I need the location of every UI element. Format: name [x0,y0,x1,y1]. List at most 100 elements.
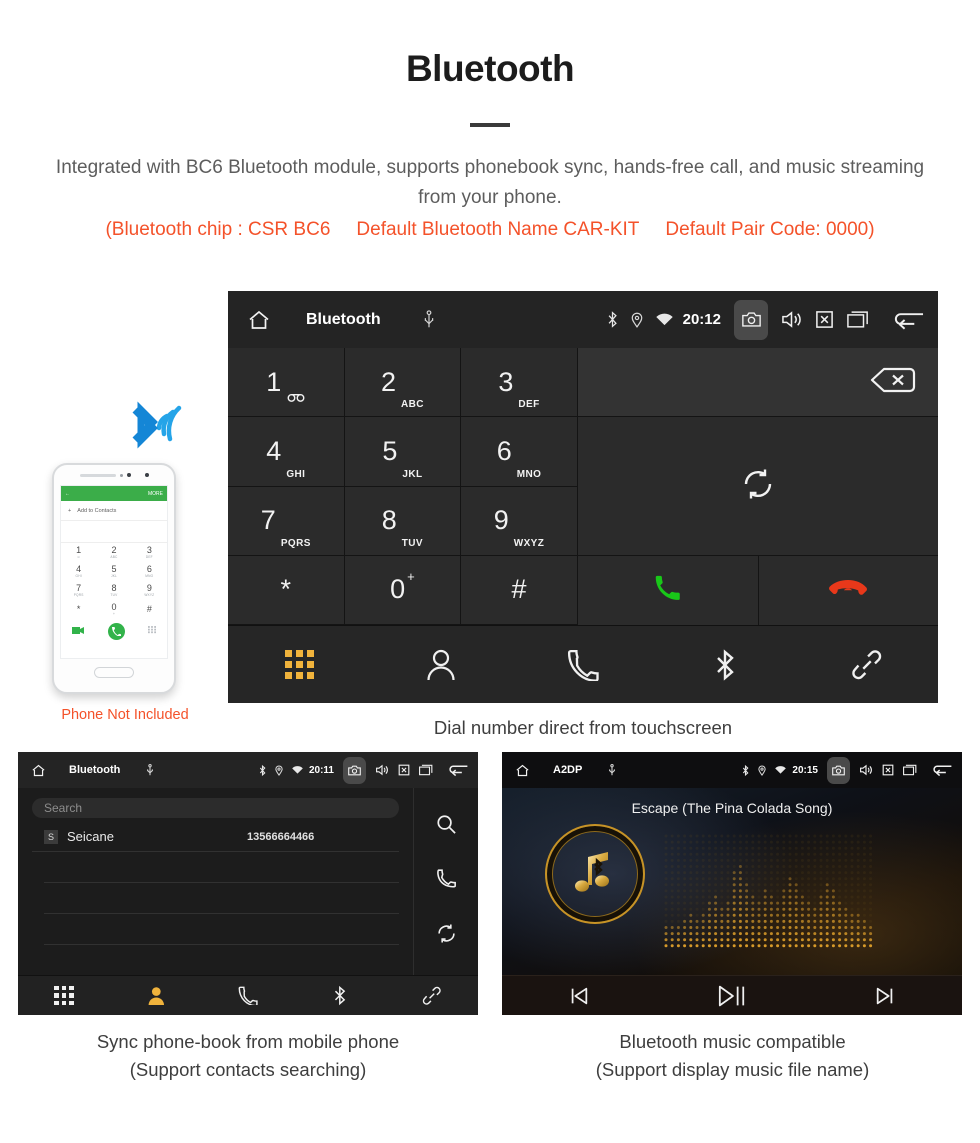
contact-empty-row [44,852,399,883]
play-pause-icon[interactable] [655,983,808,1009]
dialpad-key-1[interactable]: 1 [228,348,345,418]
dialer-bottom-nav[interactable] [228,625,938,703]
volume-icon[interactable] [781,310,802,329]
home-icon[interactable] [30,763,47,778]
video-call-icon [72,622,85,640]
car-head-unit-dialer: Bluetooth 20:12 1 2 ABC 3 DEF 4 GHI 5 JK… [228,291,938,703]
recent-apps-icon[interactable] [903,764,917,776]
title-divider [470,123,510,127]
dialpad-key-4[interactable]: 4 GHI [228,417,345,487]
home-icon[interactable] [514,763,531,778]
spec-pair-code: Default Pair Code: 0000) [665,219,875,240]
key-digit: 7 [260,505,276,536]
phonebook-clock: 20:11 [308,764,334,776]
contact-list[interactable]: S Seicane 13566664466 [32,822,399,945]
key-digit: 2 [380,366,396,397]
back-arrow-icon[interactable] [931,763,952,777]
search-icon[interactable] [436,814,457,840]
dialpad-key-3[interactable]: 3 DEF [461,348,578,418]
recent-apps-icon[interactable] [419,764,433,776]
camera-icon[interactable] [827,756,850,784]
phone-key-star: * [76,604,81,614]
music-note-bluetooth-icon [566,843,624,906]
call-button[interactable] [578,555,759,625]
dialpad-key-8[interactable]: 8 TUV [344,486,462,556]
phone-key-3: 3 DEF [145,545,153,560]
backspace-icon[interactable] [870,367,916,398]
phone-key-hash: # [146,604,152,614]
nav-bluetooth-icon[interactable] [294,985,386,1006]
phonebook-caption-line1: Sync phone-book from mobile phone [96,1031,400,1052]
keypad-toggle-icon [147,622,156,640]
nav-call-log-icon[interactable] [512,649,654,681]
nav-pair-link-icon[interactable] [386,986,478,1006]
call-icon[interactable] [436,868,457,894]
car-head-unit-phonebook: Bluetooth 20:11 Search S Seicane 1356666… [18,752,478,1015]
next-track-icon[interactable] [809,985,962,1007]
dialpad-key-7[interactable]: 7 PQRS [228,486,345,556]
dialpad-key-hash[interactable]: # [461,555,578,625]
nav-pair-link-icon[interactable] [796,649,938,681]
contact-row[interactable]: S Seicane 13566664466 [32,822,399,852]
key-letters: JKL [402,468,423,480]
back-arrow-icon: ← [65,490,70,497]
location-icon [758,765,767,776]
bluetooth-wireless-icon [115,398,185,463]
contact-empty-row [44,883,399,914]
music-clock: 20:15 [792,764,818,776]
phone-key-6: 6 MNO [145,564,154,579]
phone-call-button [107,622,125,640]
call-icon [655,573,681,608]
back-arrow-icon[interactable] [447,763,468,777]
volume-icon[interactable] [859,764,873,776]
dialer-body: 1 2 ABC 3 DEF 4 GHI 5 JKL 6 MNO 7 PQRS 8 TUV 9 WXYZ * 0 + # [228,348,938,625]
hangup-button[interactable] [758,555,938,625]
phonebook-bottom-nav[interactable] [18,975,478,1015]
page-title: Bluetooth [405,48,575,89]
key-digit: 8 [381,505,397,536]
nav-bluetooth-icon[interactable] [654,648,796,682]
phone-not-included-note: Phone Not Included [61,707,189,723]
nav-contacts-icon[interactable] [370,649,512,681]
dialpad[interactable]: 1 2 ABC 3 DEF 4 GHI 5 JKL 6 MNO 7 PQRS 8 TUV 9 WXYZ * 0 + # [228,348,578,625]
contact-number: 13566664466 [247,830,315,843]
player-controls[interactable] [502,975,962,1015]
phone-key-0: 0 + [111,602,117,617]
nav-contacts-icon[interactable] [110,986,202,1006]
sync-icon[interactable] [436,923,457,949]
volume-icon[interactable] [375,764,389,776]
key-digit: 3 [498,366,514,397]
camera-icon[interactable] [343,756,366,784]
dot-matrix-equalizer [662,832,877,950]
phone-screen: ← MORE + Add to Contacts 1 ∞ 2 ABC 3 DEF 4 GHI 5… [60,485,168,659]
dialpad-key-6[interactable]: 6 MNO [461,417,578,487]
phone-app-header: ← MORE [61,486,167,501]
dialpad-key-0[interactable]: 0 + [344,555,462,625]
dialpad-key-star[interactable]: * [228,555,345,625]
search-input[interactable]: Search [32,798,399,818]
phone-key-1: 1 ∞ [76,545,82,560]
nav-dialpad-icon[interactable] [228,650,370,679]
key-digit: * [280,574,292,605]
recent-apps-icon[interactable] [847,310,869,329]
nav-dialpad-icon[interactable] [18,985,110,1006]
camera-icon[interactable] [734,299,768,340]
bluetooth-icon [742,764,749,776]
phonebook-title: Bluetooth [69,764,121,776]
dialpad-key-2[interactable]: 2 ABC [344,348,462,418]
back-arrow-icon[interactable] [891,309,924,331]
sync-contacts-button[interactable] [578,417,938,556]
home-icon[interactable] [246,308,272,332]
phonebook-side-actions[interactable] [413,788,478,975]
close-box-icon[interactable] [815,310,834,329]
now-playing-stage: Escape (The Pina Colada Song) [502,788,962,975]
nav-call-log-icon[interactable] [202,986,294,1006]
close-box-icon[interactable] [398,764,410,776]
key-digit: 9 [493,505,509,536]
previous-track-icon[interactable] [502,985,655,1007]
key-letters: DEF [518,399,540,411]
dialpad-key-5[interactable]: 5 JKL [344,417,462,487]
number-display-field[interactable] [578,348,938,418]
close-box-icon[interactable] [882,764,894,776]
dialpad-key-9[interactable]: 9 WXYZ [461,486,578,556]
